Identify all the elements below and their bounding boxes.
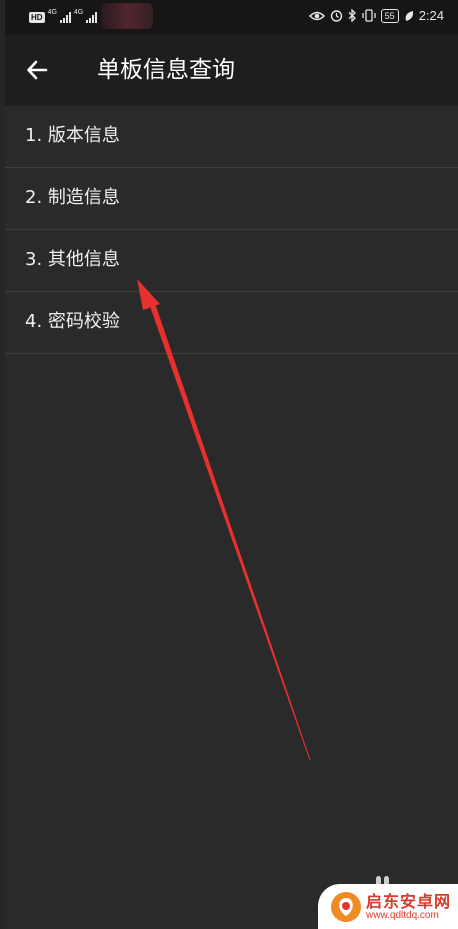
- menu-item-label: 4. 密码校验: [25, 311, 120, 332]
- hd-badge: HD: [29, 12, 45, 23]
- eye-comfort-icon: [308, 11, 325, 20]
- app-screen: HD 4G 4G 55 2:24 单板信息查询 1. 版本信息 2. 制造信息 …: [5, 0, 458, 929]
- watermark-logo-icon: [331, 892, 361, 922]
- blurred-notification-icon: [101, 3, 153, 29]
- watermark: 启东安卓网 www.qdltdq.com: [318, 884, 458, 929]
- battery-icon: 55: [380, 8, 399, 23]
- network-type-2: 4G: [73, 9, 84, 16]
- menu-item-label: 1. 版本信息: [25, 125, 120, 146]
- status-left-group: HD 4G 4G: [29, 9, 98, 23]
- menu-item-other-info[interactable]: 3. 其他信息: [5, 230, 458, 292]
- menu-item-password-check[interactable]: 4. 密码校验: [5, 292, 458, 354]
- bluetooth-icon: [348, 9, 356, 22]
- menu-item-label: 2. 制造信息: [25, 187, 120, 208]
- menu-list: 1. 版本信息 2. 制造信息 3. 其他信息 4. 密码校验: [5, 106, 458, 354]
- power-saving-leaf-icon: [405, 10, 413, 21]
- status-right-group: 55 2:24: [308, 8, 444, 23]
- signal-icon-2: [86, 12, 98, 23]
- menu-item-version-info[interactable]: 1. 版本信息: [5, 106, 458, 168]
- alarm-icon: [330, 10, 342, 22]
- back-button[interactable]: [21, 54, 53, 86]
- vibrate-icon: [362, 9, 376, 22]
- app-bar: 单板信息查询: [5, 34, 458, 106]
- signal-icon-1: [59, 12, 71, 23]
- arrow-left-icon: [27, 60, 48, 80]
- page-title: 单板信息查询: [97, 57, 235, 83]
- network-type-1: 4G: [47, 9, 57, 16]
- menu-item-label: 3. 其他信息: [25, 249, 120, 270]
- menu-item-manufacturing-info[interactable]: 2. 制造信息: [5, 168, 458, 230]
- watermark-url: www.qdltdq.com: [366, 910, 439, 921]
- status-time: 2:24: [418, 8, 444, 23]
- status-bar: HD 4G 4G 55 2:24: [5, 0, 458, 34]
- watermark-name: 启东安卓网: [366, 892, 452, 911]
